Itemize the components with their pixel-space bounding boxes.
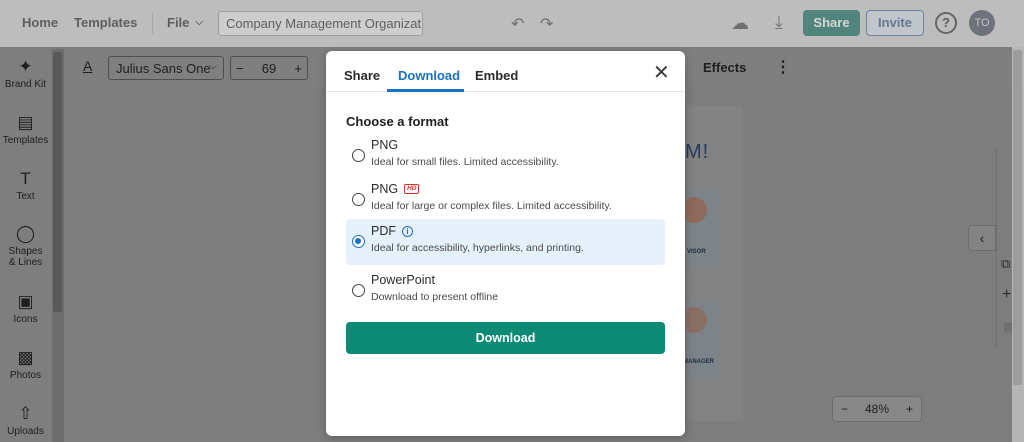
font-family-value: Julius Sans One [116, 61, 211, 76]
invite-button[interactable]: Invite [866, 10, 924, 36]
sidebar-item-icons[interactable]: ▣ Icons [0, 292, 51, 325]
more-options-icon[interactable]: ⋮ [775, 57, 791, 77]
card-role: VISOR [687, 249, 706, 255]
file-menu[interactable]: File ⌵ [167, 15, 203, 30]
tab-share[interactable]: Share [344, 68, 380, 83]
add-icon[interactable]: + [1002, 286, 1011, 304]
sidebar-item-brand-kit[interactable]: ✦ Brand Kit [0, 57, 51, 90]
sidebar-item-label: Text [16, 191, 35, 202]
radio-button-selected[interactable] [352, 235, 365, 248]
sidebar-item-label: Brand Kit [4, 79, 47, 90]
card-role: MANAGER [683, 359, 714, 365]
photos-icon: ▩ [17, 348, 34, 367]
info-icon[interactable]: i [402, 225, 413, 237]
format-heading: Choose a format [346, 114, 449, 129]
option-title-text: PowerPoint [371, 273, 435, 287]
top-bar: Home Templates File ⌵ Company Management… [0, 0, 1024, 47]
shapes-icon: ◯ [15, 224, 36, 243]
option-title-text: PNG [371, 182, 399, 196]
templates-link[interactable]: Templates [74, 15, 137, 30]
active-tab-indicator [387, 89, 464, 92]
sidebar-item-label: Templates [2, 135, 49, 146]
zoom-level[interactable]: 48% [865, 402, 889, 416]
option-description: Ideal for small files. Limited accessibi… [371, 156, 559, 168]
undo-icon[interactable]: ↶ [511, 14, 524, 34]
chevron-down-icon: ⌵ [195, 17, 203, 28]
document-title-input[interactable]: Company Management Organizati... [218, 11, 423, 36]
dialog-tabs: Share Download Embed ✕ [326, 51, 685, 92]
option-title: PNG [371, 138, 398, 152]
sidebar-item-photos[interactable]: ▩ Photos [0, 348, 51, 381]
format-option-powerpoint[interactable]: PowerPoint Download to present offline [346, 268, 665, 314]
option-description: Ideal for accessibility, hyperlinks, and… [371, 242, 584, 254]
file-menu-label: File [167, 15, 190, 30]
right-panel [996, 148, 1012, 348]
zoom-control: − 48% + [832, 396, 922, 422]
text-icon: T [20, 169, 31, 188]
close-icon[interactable]: ✕ [653, 60, 670, 85]
redo-icon[interactable]: ↷ [540, 14, 553, 34]
format-option-pdf[interactable]: PDF i Ideal for accessibility, hyperlink… [346, 219, 665, 265]
download-dialog: Share Download Embed ✕ Choose a format P… [326, 51, 685, 436]
sidebar-item-uploads[interactable]: ⇧ Uploads [0, 404, 51, 437]
help-icon[interactable]: ? [935, 12, 957, 34]
canvas-scroll-thumb[interactable] [1013, 50, 1022, 385]
templates-icon: ▤ [17, 113, 34, 132]
home-link[interactable]: Home [22, 15, 58, 30]
format-option-png-hd[interactable]: PNG HD Ideal for large or complex files.… [346, 177, 665, 223]
page-title-fragment: M! [685, 141, 710, 163]
radio-button[interactable] [352, 284, 365, 297]
divider [152, 12, 153, 34]
effects-button[interactable]: Effects [703, 60, 746, 75]
format-option-png[interactable]: PNG Ideal for small files. Limited acces… [346, 133, 665, 179]
canvas-page[interactable]: M! VISOR MANAGER [681, 105, 743, 421]
download-icon[interactable]: ⤓ [775, 12, 783, 33]
sidebar-item-shapes[interactable]: ◯ Shapes & Lines [0, 224, 51, 268]
org-card: MANAGER [681, 299, 719, 379]
increase-size-button[interactable]: + [294, 61, 302, 76]
avatar[interactable]: TO [969, 10, 995, 36]
sidebar-item-text[interactable]: T Text [0, 169, 51, 202]
magic-wand-icon: ✦ [18, 57, 33, 76]
tab-download[interactable]: Download [398, 68, 460, 83]
option-description: Ideal for large or complex files. Limite… [371, 200, 612, 212]
option-title: PDF i [371, 224, 413, 238]
font-size-value[interactable]: 69 [262, 61, 276, 76]
share-button[interactable]: Share [803, 10, 860, 36]
sidebar-item-label: Photos [9, 370, 42, 381]
chevron-left-icon[interactable]: ‹ [968, 225, 996, 251]
text-color-icon[interactable]: A [83, 58, 92, 74]
chevron-down-icon: ⌵ [209, 61, 217, 72]
hd-badge: HD [404, 184, 420, 194]
sidebar-scroll-thumb[interactable] [53, 52, 62, 312]
zoom-in-button[interactable]: + [906, 402, 913, 416]
decrease-size-button[interactable]: − [236, 61, 244, 76]
org-card: VISOR [681, 189, 719, 269]
cloud-save-icon[interactable]: ☁ [731, 13, 749, 34]
sidebar-item-label: Icons [13, 314, 38, 325]
sidebar-item-label: Uploads [7, 426, 44, 437]
copy-icon[interactable]: ⧉ [1001, 256, 1010, 272]
font-family-select[interactable]: Julius Sans One ⌵ [108, 56, 224, 80]
sidebar-item-label: Shapes & Lines [8, 246, 43, 268]
tab-embed[interactable]: Embed [475, 68, 518, 83]
option-title: PNG HD [371, 182, 420, 196]
icons-icon: ▣ [17, 292, 34, 311]
left-sidebar: ✦ Brand Kit ▤ Templates T Text ◯ Shapes … [0, 47, 51, 442]
radio-button[interactable] [352, 193, 365, 206]
font-size-stepper[interactable]: − 69 + [230, 56, 308, 80]
radio-button[interactable] [352, 149, 365, 162]
sidebar-item-templates[interactable]: ▤ Templates [0, 113, 51, 146]
upload-icon: ⇧ [18, 404, 33, 423]
option-title-text: PNG [371, 138, 399, 152]
zoom-out-button[interactable]: − [841, 402, 848, 416]
option-title-text: PDF [371, 224, 396, 238]
download-button[interactable]: Download [346, 322, 665, 354]
option-title: PowerPoint [371, 273, 435, 287]
option-description: Download to present offline [371, 291, 499, 303]
